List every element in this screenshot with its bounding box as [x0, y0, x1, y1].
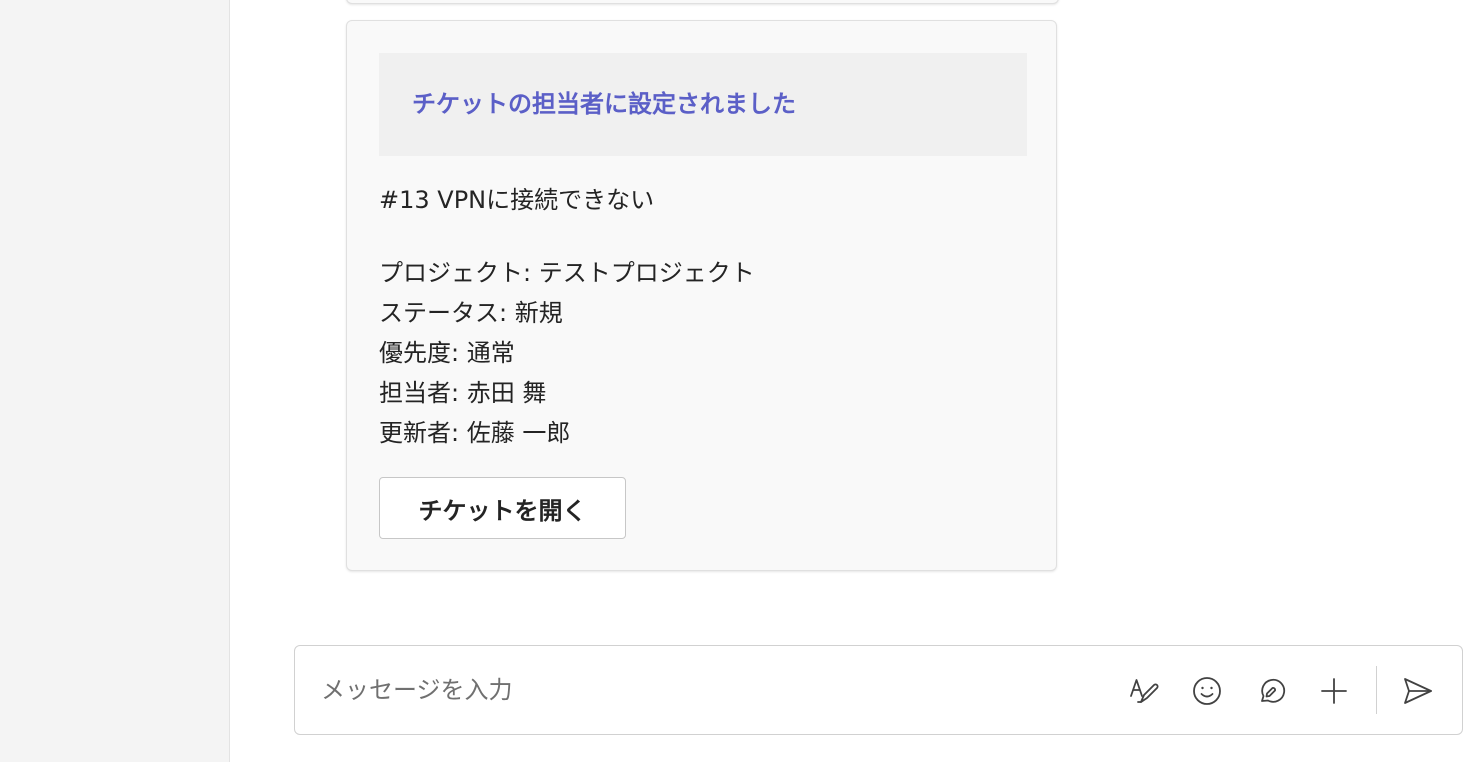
- toolbar-divider: [1376, 666, 1377, 714]
- open-ticket-button[interactable]: チケットを開く: [379, 477, 626, 539]
- card-header: チケットの担当者に設定されました: [379, 53, 1027, 156]
- ticket-notification-card: チケットの担当者に設定されました #13 VPNに接続できない プロジェクト: …: [346, 20, 1057, 571]
- loop-icon[interactable]: [1248, 669, 1292, 713]
- field-project: プロジェクト: テストプロジェクト: [379, 259, 755, 287]
- left-sidebar: [0, 0, 230, 762]
- previous-message-card: [346, 0, 1059, 4]
- format-icon[interactable]: [1121, 669, 1165, 713]
- message-input[interactable]: [321, 668, 1101, 712]
- field-assignee: 担当者: 赤田 舞: [379, 379, 547, 407]
- ticket-title: #13 VPNに接続できない: [379, 186, 655, 214]
- field-updated-by: 更新者: 佐藤 一郎: [379, 419, 571, 447]
- plus-icon[interactable]: [1312, 669, 1356, 713]
- emoji-icon[interactable]: [1185, 669, 1229, 713]
- field-status: ステータス: 新規: [379, 299, 563, 327]
- field-priority: 優先度: 通常: [379, 339, 515, 367]
- card-header-title: チケットの担当者に設定されました: [412, 90, 796, 118]
- message-composer: [294, 645, 1463, 735]
- send-icon[interactable]: [1395, 669, 1439, 713]
- ticket-fields: プロジェクト: テストプロジェクト ステータス: 新規 優先度: 通常 担当者:…: [379, 253, 755, 453]
